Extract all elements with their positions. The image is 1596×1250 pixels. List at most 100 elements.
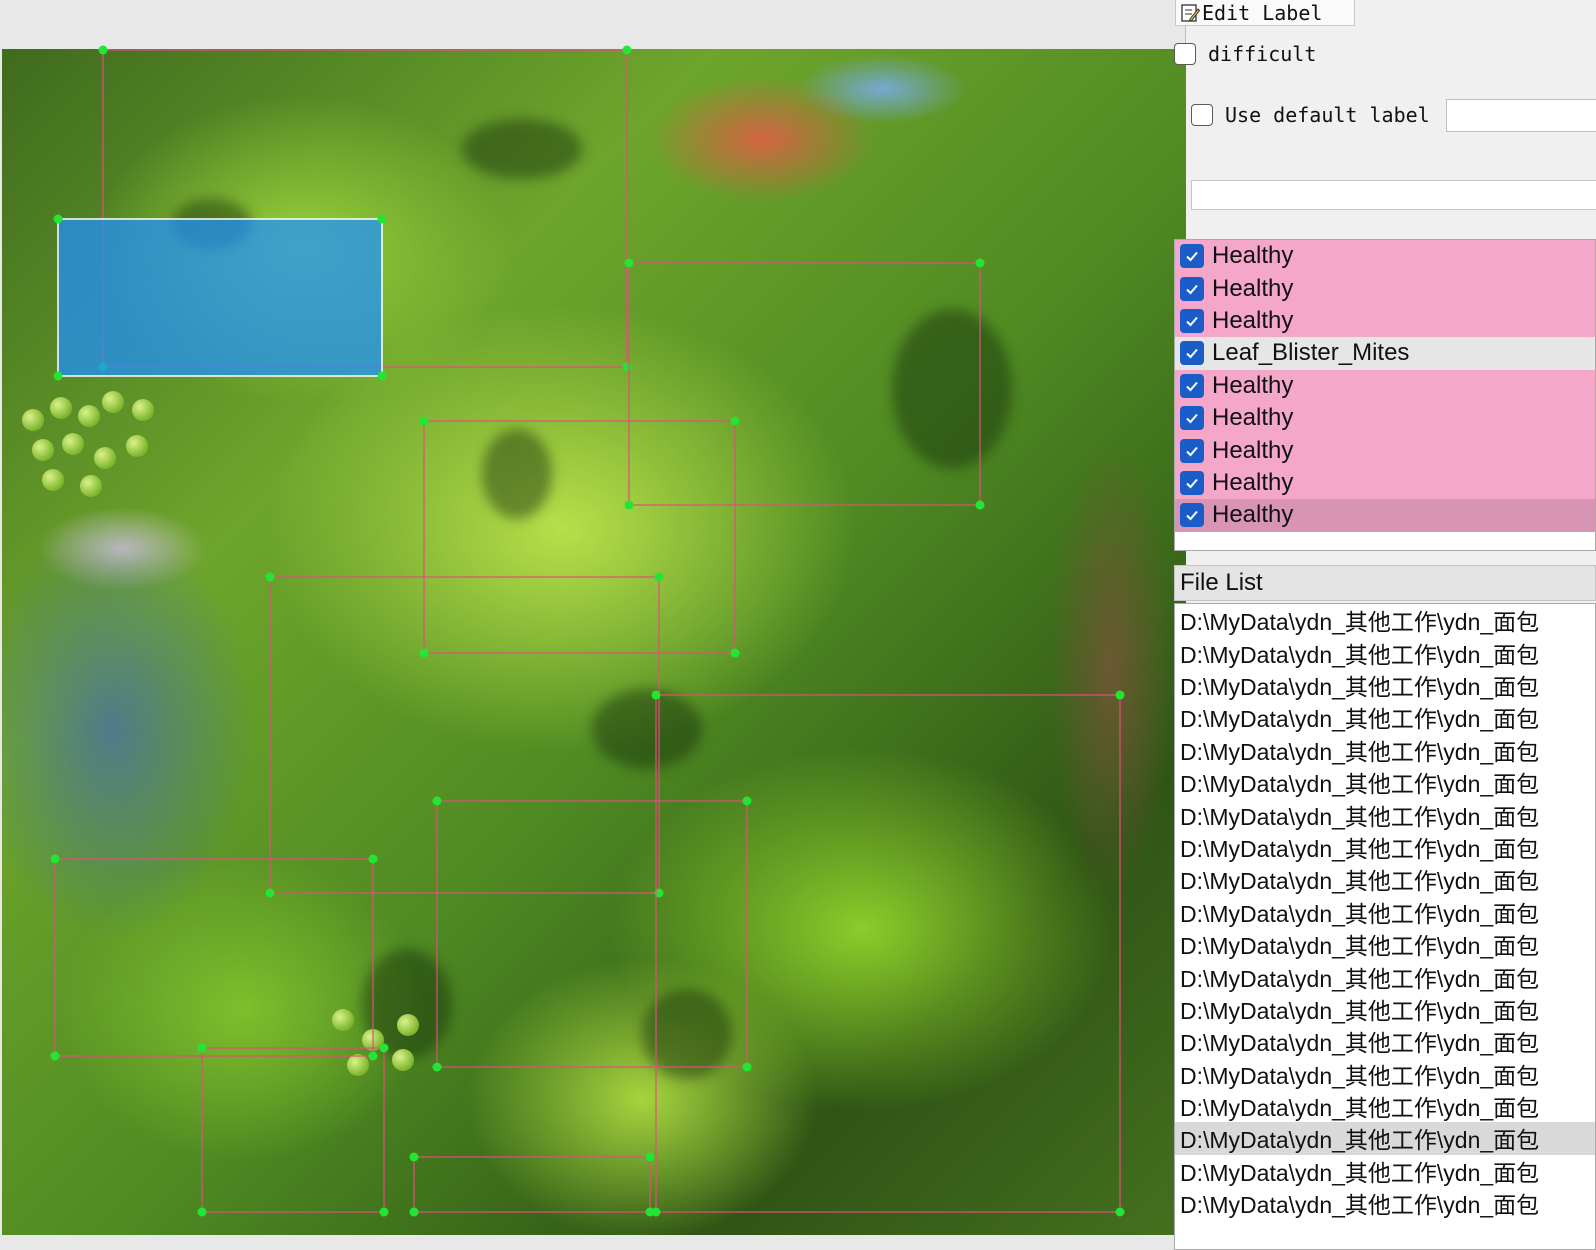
- box-vertex-handle[interactable]: [50, 854, 60, 864]
- box-vertex-handle[interactable]: [53, 214, 63, 224]
- file-list-item[interactable]: D:\MyData\ydn_其他工作\ydn_面包: [1175, 1187, 1595, 1219]
- label-list-item[interactable]: Healthy: [1175, 272, 1595, 305]
- label-list-item[interactable]: Healthy: [1175, 240, 1595, 273]
- file-list-item[interactable]: D:\MyData\ydn_其他工作\ydn_面包: [1175, 831, 1595, 863]
- box-vertex-handle[interactable]: [624, 500, 634, 510]
- use-default-label-checkbox[interactable]: [1191, 104, 1213, 126]
- box-vertex-handle[interactable]: [98, 45, 108, 55]
- file-list-item[interactable]: D:\MyData\ydn_其他工作\ydn_面包: [1175, 604, 1595, 636]
- checkbox-checked-icon[interactable]: [1180, 341, 1204, 366]
- box-vertex-handle[interactable]: [432, 796, 442, 806]
- box-vertex-handle[interactable]: [651, 690, 661, 700]
- bounding-box[interactable]: [197, 1043, 389, 1217]
- box-vertex-handle[interactable]: [377, 214, 387, 224]
- label-filter-bar[interactable]: [1191, 180, 1596, 210]
- file-list-item[interactable]: D:\MyData\ydn_其他工作\ydn_面包: [1175, 1057, 1595, 1089]
- box-vertex-handle[interactable]: [50, 1051, 60, 1061]
- box-vertex-handle[interactable]: [654, 572, 664, 582]
- box-vertex-handle[interactable]: [197, 1207, 207, 1217]
- file-list-item[interactable]: D:\MyData\ydn_其他工作\ydn_面包: [1175, 960, 1595, 992]
- checkbox-checked-icon[interactable]: [1180, 244, 1204, 269]
- file-list-item[interactable]: D:\MyData\ydn_其他工作\ydn_面包: [1175, 798, 1595, 830]
- box-vertex-handle[interactable]: [368, 1051, 378, 1061]
- checkbox-checked-icon[interactable]: [1180, 276, 1204, 301]
- difficult-option[interactable]: difficult: [1174, 42, 1316, 66]
- file-list-item[interactable]: D:\MyData\ydn_其他工作\ydn_面包: [1175, 734, 1595, 766]
- box-vertex-handle[interactable]: [975, 258, 985, 268]
- selected-bounding-box[interactable]: [53, 214, 387, 381]
- box-vertex-handle[interactable]: [377, 371, 387, 381]
- label-list-item[interactable]: Healthy: [1175, 401, 1595, 435]
- file-list-item[interactable]: D:\MyData\ydn_其他工作\ydn_面包: [1175, 636, 1595, 668]
- box-vertex-handle[interactable]: [379, 1043, 389, 1053]
- bounding-box[interactable]: [432, 796, 752, 1072]
- difficult-checkbox[interactable]: [1174, 43, 1196, 65]
- box-vertex-handle[interactable]: [368, 854, 378, 864]
- label-list-item-text: Healthy: [1212, 501, 1294, 529]
- bounding-box[interactable]: [50, 854, 378, 1061]
- bounding-box[interactable]: [651, 690, 1125, 1217]
- checkbox-checked-icon[interactable]: [1180, 438, 1204, 463]
- box-vertex-handle[interactable]: [730, 416, 740, 426]
- file-list-item[interactable]: D:\MyData\ydn_其他工作\ydn_面包: [1175, 766, 1595, 798]
- file-list-item[interactable]: D:\MyData\ydn_其他工作\ydn_面包: [1175, 863, 1595, 895]
- box-vertex-handle[interactable]: [1115, 690, 1125, 700]
- box-vertex-handle[interactable]: [53, 371, 63, 381]
- file-list-item[interactable]: D:\MyData\ydn_其他工作\ydn_面包: [1175, 896, 1595, 928]
- file-list-item[interactable]: D:\MyData\ydn_其他工作\ydn_面包: [1175, 1090, 1595, 1122]
- edit-icon: [1181, 3, 1200, 22]
- box-vertex-handle[interactable]: [265, 572, 275, 582]
- file-list-item[interactable]: D:\MyData\ydn_其他工作\ydn_面包: [1175, 1155, 1595, 1187]
- box-vertex-handle[interactable]: [409, 1152, 419, 1162]
- box-vertex-handle[interactable]: [419, 648, 429, 658]
- label-list-item[interactable]: Healthy: [1175, 466, 1595, 500]
- bounding-box[interactable]: [265, 572, 664, 898]
- box-vertex-handle[interactable]: [622, 45, 632, 55]
- annotation-canvas[interactable]: [0, 0, 1186, 1250]
- file-list[interactable]: D:\MyData\ydn_其他工作\ydn_面包 D:\MyData\ydn_其…: [1174, 603, 1596, 1250]
- box-vertex-handle[interactable]: [975, 500, 985, 510]
- checkbox-checked-icon[interactable]: [1180, 503, 1204, 528]
- label-list-item-text: Healthy: [1212, 242, 1294, 270]
- file-list-item[interactable]: D:\MyData\ydn_其他工作\ydn_面包: [1175, 1122, 1595, 1155]
- file-list-item[interactable]: D:\MyData\ydn_其他工作\ydn_面包: [1175, 928, 1595, 960]
- box-vertex-handle[interactable]: [622, 362, 632, 372]
- box-vertex-handle[interactable]: [742, 1062, 752, 1072]
- box-vertex-handle[interactable]: [742, 796, 752, 806]
- box-vertex-handle[interactable]: [419, 416, 429, 426]
- box-vertex-handle[interactable]: [645, 1152, 655, 1162]
- label-list-item[interactable]: Healthy: [1175, 499, 1595, 532]
- checkbox-checked-icon[interactable]: [1180, 470, 1204, 495]
- edit-label-button[interactable]: Edit Label: [1175, 0, 1355, 26]
- file-list-item[interactable]: D:\MyData\ydn_其他工作\ydn_面包: [1175, 701, 1595, 733]
- label-list-item-text: Leaf_Blister_Mites: [1212, 339, 1410, 367]
- box-vertex-handle[interactable]: [432, 1062, 442, 1072]
- bounding-box[interactable]: [624, 258, 985, 510]
- label-list[interactable]: Healthy Healthy Healthy Leaf_Blister_Mites H…: [1174, 239, 1596, 551]
- box-vertex-handle[interactable]: [197, 1043, 207, 1053]
- box-vertex-handle[interactable]: [1115, 1207, 1125, 1217]
- label-list-item-text: Healthy: [1212, 436, 1294, 464]
- use-default-label-text: Use default label: [1225, 103, 1430, 127]
- box-vertex-handle[interactable]: [730, 648, 740, 658]
- bounding-box[interactable]: [419, 416, 740, 658]
- checkbox-checked-icon[interactable]: [1180, 308, 1204, 333]
- checkbox-checked-icon[interactable]: [1180, 406, 1204, 431]
- file-list-item[interactable]: D:\MyData\ydn_其他工作\ydn_面包: [1175, 669, 1595, 701]
- bounding-box[interactable]: [409, 1152, 655, 1217]
- label-list-item[interactable]: Healthy: [1175, 304, 1595, 338]
- label-list-item[interactable]: Healthy: [1175, 369, 1595, 402]
- bounding-box-overlay[interactable]: [0, 0, 1186, 1250]
- file-list-item[interactable]: D:\MyData\ydn_其他工作\ydn_面包: [1175, 993, 1595, 1025]
- use-default-label-option[interactable]: Use default label: [1191, 103, 1430, 127]
- box-vertex-handle[interactable]: [265, 888, 275, 898]
- box-vertex-handle[interactable]: [409, 1207, 419, 1217]
- box-vertex-handle[interactable]: [624, 258, 634, 268]
- box-vertex-handle[interactable]: [379, 1207, 389, 1217]
- box-vertex-handle[interactable]: [645, 1207, 655, 1217]
- default-label-input[interactable]: [1446, 99, 1596, 132]
- file-list-item[interactable]: D:\MyData\ydn_其他工作\ydn_面包: [1175, 1025, 1595, 1057]
- checkbox-checked-icon[interactable]: [1180, 373, 1204, 398]
- label-list-item[interactable]: Leaf_Blister_Mites: [1175, 337, 1595, 370]
- label-list-item[interactable]: Healthy: [1175, 434, 1595, 467]
